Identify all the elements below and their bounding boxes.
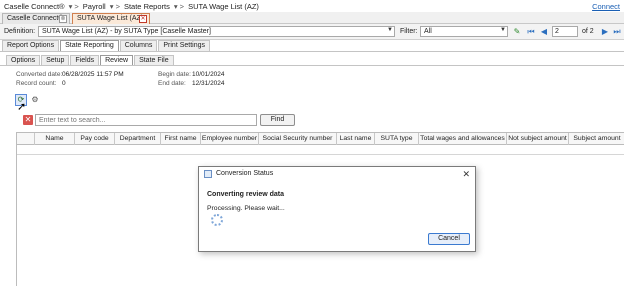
record-count-label: Record count: bbox=[16, 80, 57, 87]
doc-tab-label: SUTA Wage List (AZ) bbox=[77, 15, 144, 22]
breadcrumb-separator[interactable]: ▾ > bbox=[174, 2, 184, 11]
filter-select[interactable]: All ▼ bbox=[420, 26, 508, 37]
column-header-not-subject[interactable]: Not subject amount bbox=[507, 133, 569, 145]
prev-page-icon[interactable]: ◀ bbox=[539, 26, 549, 37]
tab-options[interactable]: Options bbox=[6, 55, 41, 65]
close-icon[interactable]: ⊗ bbox=[59, 15, 67, 23]
divider bbox=[0, 65, 624, 66]
divider bbox=[0, 51, 624, 52]
first-page-icon[interactable]: ⏮ bbox=[526, 26, 536, 37]
begin-date-value: 10/01/2024 bbox=[192, 71, 225, 78]
definition-value: SUTA Wage List (AZ) - by SUTA Type [Case… bbox=[42, 28, 211, 35]
column-header-ssn[interactable]: Social Security number bbox=[259, 133, 337, 145]
tab-setup[interactable]: Setup bbox=[41, 55, 70, 65]
find-button[interactable]: Find bbox=[260, 114, 295, 126]
doc-tab-suta[interactable]: SUTA Wage List (AZ) ✕ bbox=[72, 13, 150, 24]
chevron-down-icon: ▼ bbox=[387, 27, 393, 33]
doc-tab-home[interactable]: Caselle Connect® ⊗ bbox=[2, 13, 70, 24]
column-header-first-name[interactable]: First name bbox=[161, 133, 201, 145]
column-header-employee-number[interactable]: Employee number bbox=[201, 133, 259, 145]
tab-review[interactable]: Review bbox=[100, 55, 134, 65]
breadcrumb-item-app[interactable]: Caselle Connect® bbox=[4, 2, 65, 11]
conversion-status-dialog: Conversion Status ✕ Converting review da… bbox=[198, 166, 476, 252]
breadcrumb-separator[interactable]: ▾ > bbox=[69, 2, 79, 11]
record-count-value: 0 bbox=[62, 80, 66, 87]
breadcrumb: Caselle Connect® ▾ > Payroll ▾ > State R… bbox=[0, 0, 624, 12]
mouse-cursor-icon: ➚ bbox=[17, 101, 27, 113]
breadcrumb-item-payroll[interactable]: Payroll bbox=[83, 2, 106, 11]
tab-print-settings[interactable]: Print Settings bbox=[158, 40, 211, 51]
tab-report-options[interactable]: Report Options bbox=[2, 40, 60, 51]
definition-label: Definition: bbox=[4, 28, 36, 35]
page-number-value: 2 bbox=[555, 28, 559, 35]
filter-edit-icon[interactable]: ✎ bbox=[512, 26, 522, 37]
breadcrumb-item-state-reports[interactable]: State Reports bbox=[124, 2, 170, 11]
tab-state-reporting[interactable]: State Reporting bbox=[60, 40, 119, 51]
converted-date-value: 06/28/2025 11:57 PM bbox=[62, 71, 124, 78]
next-page-icon[interactable]: ▶ bbox=[600, 26, 610, 37]
connect-link[interactable]: Connect bbox=[592, 2, 620, 11]
column-header-subject-amount[interactable]: Subject amount bbox=[569, 133, 624, 145]
filter-label: Filter: bbox=[400, 28, 418, 35]
close-icon[interactable]: ✕ bbox=[462, 169, 470, 180]
settings-icon[interactable]: ⚙ bbox=[29, 94, 41, 106]
dialog-titlebar[interactable]: Conversion Status ✕ bbox=[199, 167, 475, 181]
row-indicator-column bbox=[17, 133, 35, 145]
converted-date-label: Converted date: bbox=[16, 71, 63, 78]
end-date-value: 12/31/2024 bbox=[192, 80, 225, 87]
page-count: of 2 bbox=[582, 28, 594, 35]
begin-date-label: Begin date: bbox=[158, 71, 191, 78]
dialog-app-icon bbox=[204, 170, 212, 178]
breadcrumb-item-current: SUTA Wage List (AZ) bbox=[188, 1, 259, 11]
grid-header: Name Pay code Department First name Empl… bbox=[17, 133, 624, 145]
dialog-message: Processing. Please wait... bbox=[207, 205, 285, 212]
tab-state-file[interactable]: State File bbox=[134, 55, 174, 65]
cancel-button[interactable]: Cancel bbox=[428, 233, 470, 245]
column-header-pay-code[interactable]: Pay code bbox=[75, 133, 115, 145]
last-page-icon[interactable]: ⏭ bbox=[612, 26, 622, 37]
column-header-department[interactable]: Department bbox=[115, 133, 161, 145]
column-header-last-name[interactable]: Last name bbox=[337, 133, 375, 145]
column-header-total-wages[interactable]: Total wages and allowances bbox=[419, 133, 507, 145]
breadcrumb-separator[interactable]: ▾ > bbox=[110, 2, 120, 11]
filter-value: All bbox=[424, 28, 432, 35]
tab-fields[interactable]: Fields bbox=[70, 55, 100, 65]
loading-spinner-icon bbox=[211, 214, 223, 226]
column-header-name[interactable]: Name bbox=[35, 133, 75, 145]
main-tab-bar: Report Options State Reporting Columns P… bbox=[2, 40, 211, 51]
document-tab-bar: Caselle Connect® ⊗ SUTA Wage List (AZ) ✕ bbox=[0, 12, 624, 24]
page-number-input[interactable]: 2 bbox=[552, 26, 578, 37]
definition-bar: Definition: SUTA Wage List (AZ) - by SUT… bbox=[0, 24, 624, 40]
dialog-heading: Converting review data bbox=[207, 191, 285, 198]
doc-tab-label: Caselle Connect® bbox=[7, 15, 64, 22]
grid-filter-row[interactable] bbox=[17, 146, 624, 155]
tab-columns[interactable]: Columns bbox=[119, 40, 158, 51]
clear-search-icon[interactable]: ✕ bbox=[23, 115, 33, 125]
close-icon[interactable]: ✕ bbox=[139, 15, 147, 23]
definition-select[interactable]: SUTA Wage List (AZ) - by SUTA Type [Case… bbox=[38, 26, 395, 37]
search-input[interactable] bbox=[35, 114, 257, 126]
dialog-title: Conversion Status bbox=[216, 170, 274, 177]
chevron-down-icon: ▼ bbox=[500, 27, 506, 33]
sub-tab-bar: Options Setup Fields Review State File bbox=[6, 55, 175, 65]
end-date-label: End date: bbox=[158, 80, 186, 87]
column-header-suta-type[interactable]: SUTA type bbox=[375, 133, 419, 145]
